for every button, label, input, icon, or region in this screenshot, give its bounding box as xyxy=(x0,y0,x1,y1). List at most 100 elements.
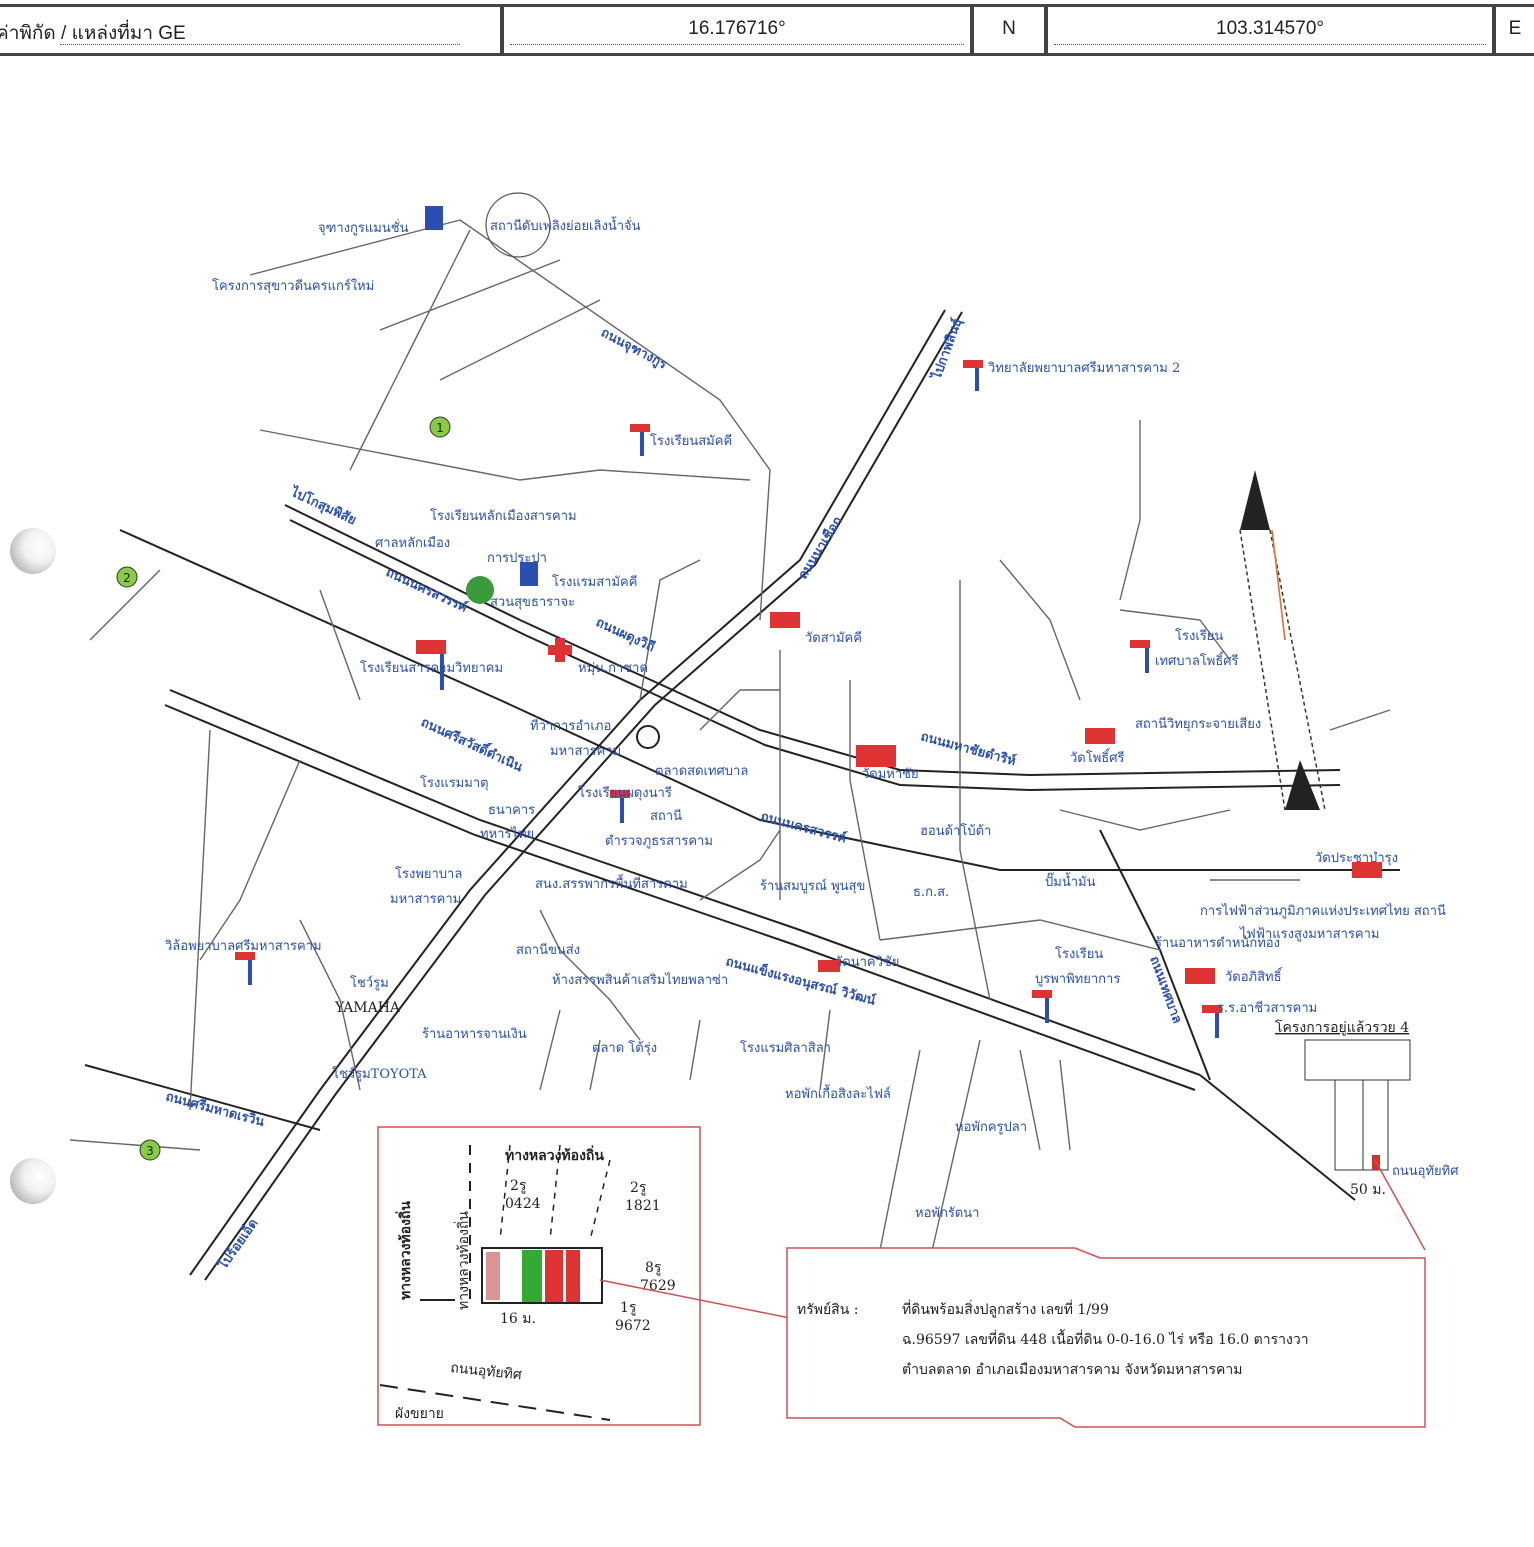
road-label-10: ไปกาฬสินธุ์ xyxy=(927,316,965,384)
label-market-1: ตลาดสดเทศบาล xyxy=(655,764,748,779)
label-dist-50: 50 ม. xyxy=(1350,1182,1386,1198)
label-mall-2: ห้างสรรพสินค้าเสริมไทยพลาซ่า xyxy=(552,972,728,988)
label-mall: จุฑางกูรแมนชั่น xyxy=(318,219,409,236)
label-restaurant-1: ร้านอาหารจานเงิน xyxy=(422,1027,527,1042)
label-toyota-2: โชว์รูมTOYOTA xyxy=(332,1066,427,1082)
longitude-cell: 103.314570° xyxy=(1048,7,1492,53)
callout-line-3: ตำบลตลาด อำเภอเมืองมหาสารคาม จังหวัดมหาส… xyxy=(902,1362,1243,1378)
label-school-6b: บูรพาพิทยาการ xyxy=(1035,972,1120,987)
lon-dir-cell: E xyxy=(1496,7,1534,53)
power-line xyxy=(1239,470,1326,811)
label-toyota: โชว์รูม xyxy=(350,975,389,991)
label-district-office-2: มหาสารคาม xyxy=(550,744,621,759)
label-project-4: โครงการอยู่แล้วรวย 4 xyxy=(1275,1019,1409,1036)
label-hospital: โรงพยาบาล xyxy=(395,866,462,882)
inset-p3-a: 8รู xyxy=(645,1260,662,1276)
label-temple-3: วัดนาควิชัย xyxy=(835,955,899,970)
label-temple-5: วัดอภิสิทธิ์ xyxy=(1225,967,1283,985)
label-road-udom: ถนนอุทัยทิศ xyxy=(1392,1164,1459,1179)
road-label-8: ถนนมหาชัยดำริห์ xyxy=(919,728,1018,769)
label-school-7b: เทศบาลโพธิ์ศรี xyxy=(1155,651,1239,669)
callout-line-2: ฉ.96597 เลขที่ดิน 448 เนื้อที่ดิน 0-0-16… xyxy=(902,1329,1309,1348)
road-label-4: ถนนศรีสวัสดิ์ดำเนิน xyxy=(418,711,526,775)
label-school-6: โรงเรียน xyxy=(1055,946,1103,962)
inset-road-top: ทางหลวงท้องถิ่น xyxy=(505,1145,604,1164)
longitude-value: 103.314570° xyxy=(1216,18,1324,39)
inset-p4-a: 1รู xyxy=(620,1300,637,1316)
road-label-12: ไปโกสุมพิสัย xyxy=(286,482,359,528)
label-school-5: โรงเรียนผดุงนารี xyxy=(578,785,672,801)
label-hospital-2: มหาสารคาม xyxy=(390,892,461,907)
label-park: สวนสุขธาราจะ xyxy=(490,595,575,610)
road-label-1: ถนนจุฑางกูร xyxy=(598,325,669,372)
callout-line-1: ที่ดินพร้อมสิ่งปลูกสร้าง เลขที่ 1/99 xyxy=(902,1300,1109,1318)
label-district-office: ที่ว่าการอำเภอ xyxy=(530,717,611,734)
marker-2: 2 xyxy=(123,571,131,585)
label-nursing: วิล้อพยาบาลศรีมหาสารคาม xyxy=(164,938,321,954)
label-bank-2: ธ.ก.ส. xyxy=(913,885,949,900)
landmark-labels: จุฑางกูรแมนชั่น สถานีดับเพลิงย่อยเลิงน้ำ… xyxy=(164,216,1459,1221)
label-school-1: วิทยาลัยพยาบาลศรีมหาสารคาม 2 xyxy=(987,360,1180,376)
roundabout xyxy=(636,725,660,749)
label-bank-1: ธนาคาร xyxy=(488,803,535,818)
label-school-2: โรงเรียนสมัคคี xyxy=(650,433,732,449)
label-yamaha: YAMAHA xyxy=(334,1000,401,1016)
label-temple-4: วัดโพธิ์ศรี xyxy=(1070,748,1124,766)
label-dorm-3: หอพักรัตนา xyxy=(915,1206,979,1221)
label-police: สถานี xyxy=(650,808,682,824)
lat-dir-cell: N xyxy=(974,7,1044,53)
label-temple-6: วัดประชาบำรุง xyxy=(1315,851,1398,866)
label-school-3: โรงเรียนหลักเมืองสารคาม xyxy=(430,508,577,524)
label-school-8: ร.ร.อาชีวสารคาม xyxy=(1217,1000,1317,1016)
inset-dimension: 16 ม. xyxy=(500,1311,536,1327)
label-water: การประปา xyxy=(487,551,547,566)
location-map: 1 2 3 จุฑางกูรแมนชั่น สถานีดับเพลิงย่อยเ… xyxy=(69,192,1459,1428)
label-office-1: สนง.สรรพากรพื้นที่สารคาม xyxy=(535,874,688,892)
inset-road-left: ทางหลวงท้องถิ่น xyxy=(395,1201,414,1300)
label-police-2: ตำรวจภูธรสารคาม xyxy=(605,834,713,849)
callout-label: ทรัพย์สิน : xyxy=(797,1301,858,1318)
label-underline xyxy=(60,44,460,45)
label-store-1: ร้านสมบูรณ์ พูนสุข xyxy=(760,878,865,894)
label-restaurant-2: ร้านอาหารดำหนักทอง xyxy=(1155,936,1280,951)
property-callout: ทรัพย์สิน : ที่ดินพร้อมสิ่งปลูกสร้าง เลข… xyxy=(786,1247,1426,1428)
longitude-underline xyxy=(1054,44,1486,45)
inset-p2-a: 2รู xyxy=(630,1180,647,1196)
label-housing-project: โครงการสุขาวดีนครแกร์ใหม่ xyxy=(212,278,374,294)
inset-p1-a: 2รู xyxy=(510,1178,527,1194)
inset-p2-b: 1821 xyxy=(625,1198,661,1214)
road-network xyxy=(69,219,1400,1281)
label-gas-1: ปั๊มน้ำมัน xyxy=(1045,872,1096,890)
label-office-2: การไฟฟ้าส่วนภูมิภาคแห่งประเทศไทย สถานี xyxy=(1200,903,1446,919)
inset-corner-label: ผังขยาย xyxy=(395,1406,444,1422)
label-hotel-2: โรงแรมมาตุ xyxy=(420,775,489,791)
coordinate-header: ค่าพิกัด / แหล่งที่มา GE 16.176716° N 10… xyxy=(0,4,1534,56)
label-fire-station: สถานีดับเพลิงย่อยเลิงน้ำจั่น xyxy=(490,216,641,234)
label-hotel-3: โรงแรมศิลาสิลา xyxy=(740,1040,831,1056)
label-shop-1: ฮอนด้าโบ้ต้า xyxy=(920,823,991,839)
label-temple-2: วัดมหาชัย xyxy=(862,767,919,782)
latitude-value: 16.176716° xyxy=(688,18,786,39)
inset-road-left-2: ทางหลวงท้องถิ่น xyxy=(454,1211,472,1310)
label-market-2: ตลาด โต้รุ่ง xyxy=(592,1040,657,1056)
label-dorm-2: หอพักครูปลา xyxy=(955,1120,1027,1135)
inset-plan: ทางหลวงท้องถิ่น ทางหลวงท้องถิ่น ทางหลวงท… xyxy=(377,1126,701,1426)
inset-p4-b: 9672 xyxy=(615,1318,651,1334)
label-bank-1b: ทหารไทย xyxy=(480,826,534,842)
label-school-4: โรงเรียนสารคามวิทยาคม xyxy=(360,660,503,676)
label-temple-1: วัดสามัคคี xyxy=(805,630,862,646)
label-dorm-1: หอพักเกื้อสิงละไฟล์ xyxy=(785,1084,891,1102)
latitude-underline xyxy=(510,44,964,45)
label-radio: สถานีวิทยุกระจายเสียง xyxy=(1135,716,1261,732)
label-school-7: โรงเรียน xyxy=(1175,628,1223,644)
coordinate-label-cell: ค่าพิกัด / แหล่งที่มา GE xyxy=(0,7,500,53)
project-site-block xyxy=(1304,1039,1411,1171)
latitude-cell: 16.176716° xyxy=(504,7,970,53)
label-station: สถานีขนส่ง xyxy=(516,942,580,958)
road-label-3: ถนนผดุงวิถี xyxy=(593,614,657,655)
label-city-pillar: ศาลหลักเมือง xyxy=(375,535,450,551)
marker-1: 1 xyxy=(436,421,444,435)
label-red-cross: หมุ่น.กาชาด xyxy=(578,661,648,676)
lon-direction: E xyxy=(1508,18,1522,39)
road-label-11: ไปร้อยเอ็ด xyxy=(212,1215,261,1274)
